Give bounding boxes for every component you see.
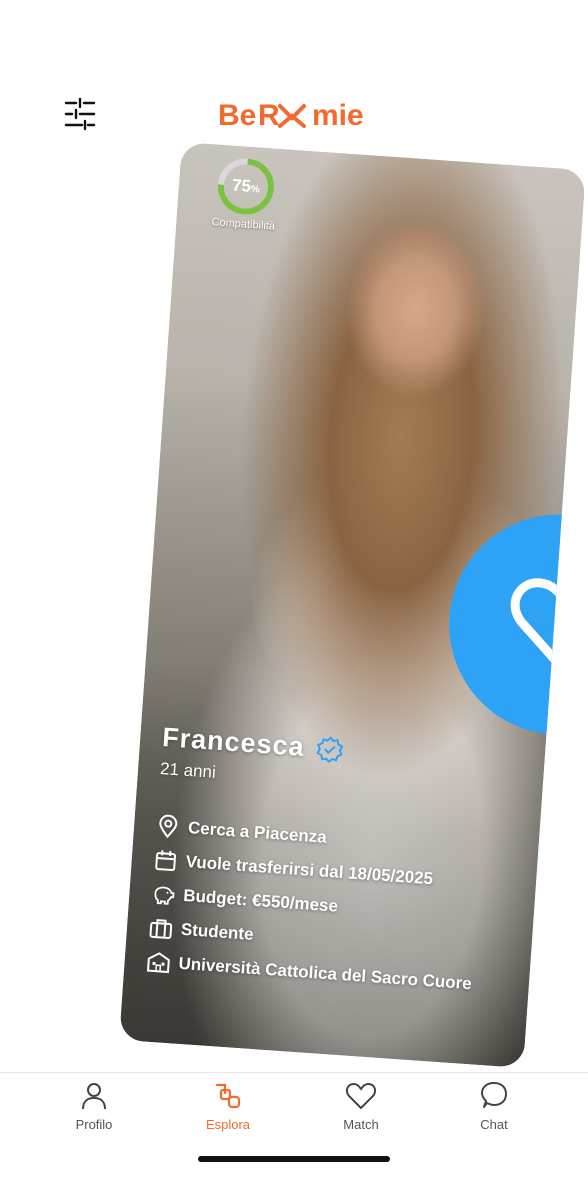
- nav-esplora[interactable]: Esplora: [178, 1081, 278, 1145]
- profile-info: Francesca 21 anni Cerca a Piacenza Vuole…: [145, 722, 542, 1005]
- compatibility-label: Compatibilità: [211, 216, 276, 233]
- university-icon: [146, 950, 172, 976]
- location-pin-icon: [155, 814, 181, 840]
- screen: Be R mie 75% Compatibilità Francesca 21 …: [0, 0, 588, 1188]
- svg-text:R: R: [258, 99, 280, 132]
- detail-occupation-text: Studente: [180, 919, 255, 944]
- compatibility-value: 75%: [231, 175, 261, 196]
- nav-profilo[interactable]: Profilo: [44, 1081, 144, 1145]
- sliders-icon: [64, 97, 96, 131]
- bottom-nav: Profilo Esplora Match Chat: [0, 1072, 588, 1153]
- home-indicator[interactable]: [198, 1156, 390, 1162]
- card-clip: 75% Compatibilità Francesca 21 anni Cerc…: [0, 0, 588, 1188]
- filter-button[interactable]: [62, 96, 98, 132]
- compatibility-ring: 75%: [214, 155, 278, 219]
- compatibility-indicator: 75% Compatibilità: [198, 153, 293, 233]
- verified-badge-icon: [315, 735, 344, 763]
- app-logo: Be R mie: [216, 92, 376, 136]
- nav-chat[interactable]: Chat: [444, 1081, 544, 1145]
- nav-match[interactable]: Match: [311, 1081, 411, 1145]
- piggy-bank-icon: [151, 882, 177, 908]
- detail-location-text: Cerca a Piacenza: [187, 818, 328, 847]
- nav-esplora-label: Esplora: [205, 1117, 251, 1132]
- person-icon: [82, 1083, 106, 1110]
- compatibility-unit: %: [250, 183, 261, 196]
- svg-text:mie: mie: [312, 99, 364, 132]
- nav-match-label: Match: [343, 1117, 379, 1132]
- svg-text:Be: Be: [218, 99, 256, 132]
- heart-icon: [345, 1082, 377, 1110]
- explore-icon: [215, 1083, 241, 1109]
- chat-bubble-icon: [481, 1082, 507, 1108]
- detail-budget-text: Budget: €550/mese: [182, 885, 339, 916]
- profile-card[interactable]: 75% Compatibilità Francesca 21 anni Cerc…: [119, 141, 586, 1069]
- calendar-icon: [153, 848, 179, 874]
- heart-icon: [510, 578, 586, 672]
- nav-profilo-label: Profilo: [75, 1117, 113, 1132]
- nav-chat-label: Chat: [480, 1117, 508, 1132]
- briefcase-icon: [148, 916, 174, 942]
